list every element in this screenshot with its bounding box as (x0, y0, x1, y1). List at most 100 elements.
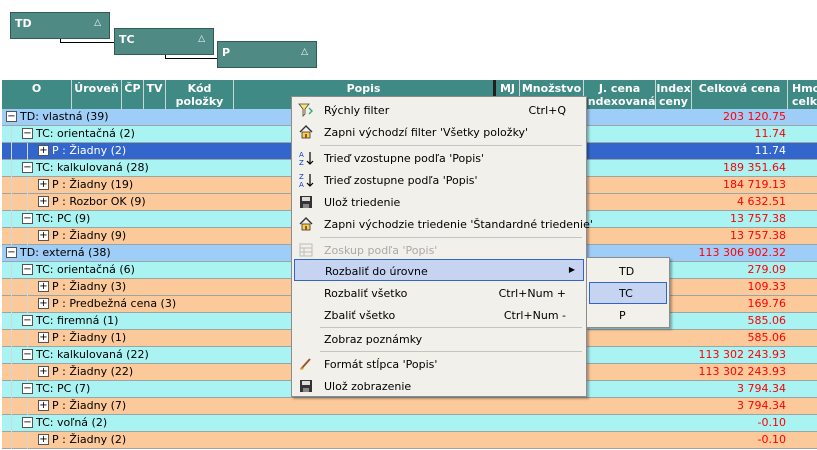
menu-item-column-format[interactable]: Formát stĺpca 'Popis' (294, 353, 584, 375)
column-header-celkova-cena[interactable]: Celková cena (692, 80, 788, 110)
row-total-price: 109.33 (747, 280, 787, 293)
row-total-price: 13 757.38 (730, 229, 786, 242)
menu-item-expand-all[interactable]: Rozbaliť všetko Ctrl+Num + (294, 282, 584, 304)
menu-item-save-view[interactable]: Ulož zobrazenie (294, 375, 584, 397)
expand-icon[interactable]: + (38, 145, 49, 156)
menu-item-collapse-all[interactable]: Zbaliť všetko Ctrl+Num - (294, 304, 584, 326)
collapse-icon[interactable]: − (22, 128, 33, 139)
row-label: P : Žiadny (19) (52, 178, 134, 191)
group-by-tc[interactable]: TC △ (114, 28, 214, 55)
submenu-item-tc[interactable]: TC (589, 282, 667, 304)
column-header-o[interactable]: O (2, 80, 72, 110)
tree-guide-line (11, 211, 12, 228)
column-header-label: Hmot. celk (792, 82, 817, 108)
row-total-price: 585.06 (747, 314, 787, 327)
row-label: TC: kalkulovaná (28) (36, 161, 149, 174)
collapse-icon[interactable]: − (6, 247, 17, 258)
expand-icon[interactable]: + (38, 298, 49, 309)
expand-icon[interactable]: + (38, 281, 49, 292)
column-header-j-cena[interactable]: J. cena indexovaná (584, 80, 656, 110)
column-header-index-ceny[interactable]: Index ceny (656, 80, 692, 110)
row-label: TC: kalkulovaná (22) (36, 348, 149, 361)
home-sort-icon (299, 217, 313, 231)
row-label: TD: vlastná (39) (20, 110, 109, 123)
column-header-label: Kód položky (175, 82, 224, 108)
expand-icon[interactable]: + (38, 366, 49, 377)
tree-guide-line (11, 432, 12, 449)
row-total-price: 113 302 243.93 (698, 348, 786, 361)
menu-item-default-sort[interactable]: Zapni východzie triedenie 'Štandardné tr… (294, 213, 593, 235)
menu-item-label: Rozbaliť do úrovne (325, 265, 428, 278)
collapse-icon[interactable]: − (22, 315, 33, 326)
table-row[interactable]: − TC: voľná (2) -0.10 (2, 415, 817, 432)
table-row[interactable]: + P : Žiadny (2) -0.10 (2, 432, 817, 449)
collapse-icon[interactable]: − (22, 417, 33, 428)
expand-icon[interactable]: + (38, 179, 49, 190)
tree-guide-line (27, 432, 28, 449)
submenu-item-label: TD (619, 265, 635, 278)
group-icon (299, 243, 313, 257)
group-by-p-label: P (222, 46, 231, 59)
column-header-label: MJ (499, 82, 516, 95)
menu-item-expand-to-level[interactable]: Rozbaliť do úrovne ▶ (294, 259, 584, 281)
menu-item-shortcut: Ctrl+Num + (498, 287, 566, 300)
collapse-icon[interactable]: − (6, 111, 17, 122)
menu-item-sort-descending[interactable]: ZA Trieď zostupne podľa 'Popis' (294, 169, 584, 191)
group-by-td[interactable]: TD △ (10, 12, 110, 39)
expand-icon[interactable]: + (38, 332, 49, 343)
row-total-price: 11.74 (754, 144, 787, 157)
column-header-uroven[interactable]: Úroveň (72, 80, 122, 110)
row-total-price: 189 351.64 (723, 161, 786, 174)
tree-guide-line (27, 177, 28, 194)
menu-item-sort-ascending[interactable]: AZ Trieď vzostupne podľa 'Popis' (294, 147, 584, 169)
submenu-item-label: P (619, 309, 626, 322)
column-header-label: Index ceny (656, 82, 691, 108)
submenu-item-td[interactable]: TD (589, 260, 667, 282)
expand-icon[interactable]: + (38, 400, 49, 411)
group-by-p[interactable]: P △ (217, 41, 317, 68)
expand-icon[interactable]: + (38, 434, 49, 445)
tree-guide-line (11, 262, 12, 279)
collapse-icon[interactable]: − (22, 162, 33, 173)
row-label: TD: externá (38) (20, 246, 111, 259)
svg-text:A: A (299, 181, 304, 188)
column-header-label: Úroveň (74, 82, 119, 95)
row-total-price: 3 794.34 (737, 399, 786, 412)
menu-item-show-notes[interactable]: Zobraz poznámky (294, 328, 584, 350)
row-total-price: 184 719.13 (723, 178, 786, 191)
column-header-kod-polozky[interactable]: Kód položky (166, 80, 234, 110)
expand-icon[interactable]: + (38, 196, 49, 207)
menu-item-label: Rozbaliť všetko (324, 287, 408, 300)
row-total-price: 13 757.38 (730, 212, 786, 225)
menu-item-quick-filter[interactable]: Rýchly filter Ctrl+Q (294, 99, 584, 121)
column-header-label: J. cena indexovaná (584, 82, 656, 108)
collapse-icon[interactable]: − (22, 383, 33, 394)
column-header-tv[interactable]: TV (144, 80, 166, 110)
row-total-price: 11.74 (754, 127, 787, 140)
row-label: TC: orientačná (2) (36, 127, 135, 140)
row-total-price: 585.06 (747, 331, 787, 344)
tree-guide-line (11, 313, 12, 330)
row-label: P : Žiadny (9) (52, 229, 127, 242)
column-header-cp[interactable]: ČP (122, 80, 144, 110)
tree-guide-line (11, 126, 12, 143)
tree-guide-line (11, 347, 12, 364)
expand-level-submenu: TD TC P (586, 257, 670, 328)
menu-item-label: Rýchly filter (324, 104, 390, 117)
expand-icon[interactable]: + (38, 230, 49, 241)
tree-guide-line (11, 228, 12, 245)
row-total-price: 113 306 902.32 (698, 246, 786, 259)
row-total-price: 279.09 (747, 263, 787, 276)
collapse-icon[interactable]: − (22, 349, 33, 360)
tree-guide-line (27, 364, 28, 381)
tree-guide-line (27, 228, 28, 245)
collapse-icon[interactable]: − (22, 213, 33, 224)
quick-filter-icon (298, 103, 313, 117)
menu-item-default-filter[interactable]: Zapni východzí filter 'Všetky položky' (294, 121, 584, 143)
submenu-item-p[interactable]: P (589, 304, 667, 326)
table-row[interactable]: + P : Žiadny (7) 3 794.34 (2, 398, 817, 415)
sort-ascending-icon: AZ (299, 151, 314, 166)
collapse-icon[interactable]: − (22, 264, 33, 275)
menu-item-save-sort[interactable]: Ulož triedenie (294, 191, 584, 213)
column-header-hmot[interactable]: Hmot. celk (788, 80, 817, 110)
